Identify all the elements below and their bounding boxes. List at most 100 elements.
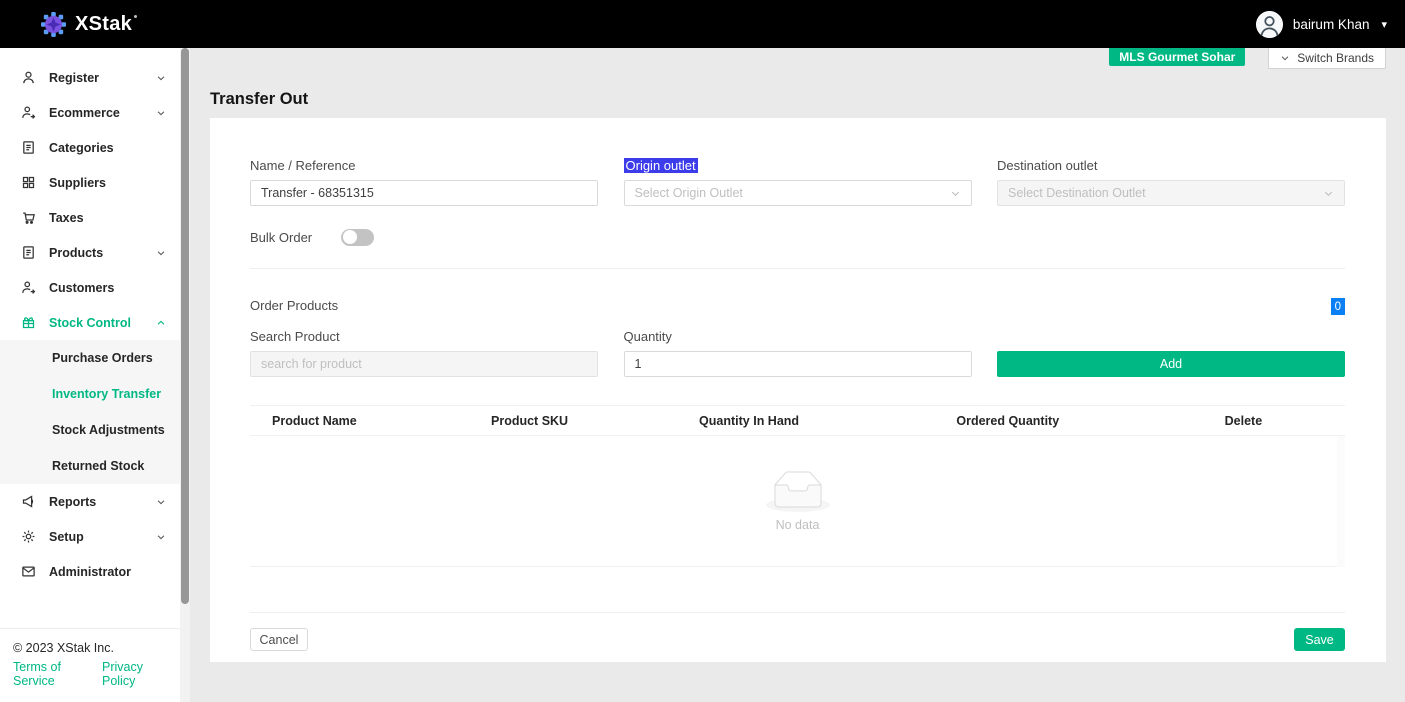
- name-reference-input[interactable]: [250, 180, 598, 206]
- chevron-down-icon: ▾: [1381, 18, 1387, 31]
- search-product-label: Search Product: [250, 329, 598, 345]
- sidebar-item-register[interactable]: Register: [0, 60, 180, 95]
- table-empty-state: No data: [250, 436, 1345, 567]
- column-header-ordered-quantity: Ordered Quantity: [934, 414, 1202, 428]
- order-products-label: Order Products: [250, 298, 338, 313]
- sidebar-footer: © 2023 XStak Inc. Terms of Service Priva…: [0, 628, 180, 702]
- brand-name: XStak: [75, 13, 132, 36]
- copyright-text: © 2023 XStak Inc.: [13, 641, 168, 655]
- sidebar-subitem-label: Inventory Transfer: [52, 387, 161, 401]
- sidebar-item-ecommerce[interactable]: Ecommerce: [0, 95, 180, 130]
- sidebar-scrollbar-thumb[interactable]: [181, 48, 189, 604]
- sidebar-subitem-returned-stock[interactable]: Returned Stock: [0, 448, 180, 484]
- chevron-down-icon: [156, 248, 166, 258]
- add-button[interactable]: Add: [997, 351, 1345, 377]
- privacy-policy-link[interactable]: Privacy Policy: [102, 660, 168, 688]
- sidebar-item-label: Products: [49, 246, 143, 260]
- switch-brands-label: Switch Brands: [1297, 51, 1374, 65]
- brand-logo[interactable]: XStak: [40, 11, 143, 38]
- megaphone-icon: [20, 494, 36, 510]
- sidebar-subitem-label: Stock Adjustments: [52, 423, 165, 437]
- sidebar-item-setup[interactable]: Setup: [0, 519, 180, 554]
- main-content: MLS Gourmet Sohar Switch Brands Transfer…: [190, 48, 1405, 702]
- sidebar-subitem-inventory-transfer[interactable]: Inventory Transfer: [0, 376, 180, 412]
- sidebar-subitem-stock-adjustments[interactable]: Stock Adjustments: [0, 412, 180, 448]
- cart-icon: [20, 210, 36, 226]
- chevron-down-icon: [156, 73, 166, 83]
- bulk-order-label: Bulk Order: [250, 230, 312, 245]
- sidebar-item-label: Setup: [49, 530, 143, 544]
- no-data-text: No data: [776, 518, 820, 532]
- search-product-input[interactable]: [250, 351, 598, 377]
- sidebar-item-label: Register: [49, 71, 143, 85]
- table-scrollbar-track[interactable]: [1337, 436, 1345, 567]
- transfer-form-card: Name / Reference Origin outlet Select Or…: [210, 118, 1386, 662]
- quantity-label: Quantity: [624, 329, 972, 345]
- sidebar-item-administrator[interactable]: Administrator: [0, 554, 180, 589]
- sidebar-item-label: Taxes: [49, 211, 166, 225]
- footer-divider: [250, 612, 1345, 613]
- top-navbar: XStak bairum Khan ▾: [0, 0, 1405, 48]
- cancel-button[interactable]: Cancel: [250, 628, 308, 651]
- list-icon: [20, 245, 36, 261]
- origin-outlet-label: Origin outlet: [624, 158, 698, 173]
- save-button[interactable]: Save: [1294, 628, 1345, 651]
- column-header-product-sku: Product SKU: [469, 414, 677, 428]
- brand-row: MLS Gourmet Sohar Switch Brands: [190, 47, 1405, 69]
- sidebar-item-label: Stock Control: [49, 316, 143, 330]
- sidebar-nav: Register Ecommerce Categories Suppliers: [0, 48, 180, 628]
- sidebar-subitem-purchase-orders[interactable]: Purchase Orders: [0, 340, 180, 376]
- section-divider: [250, 268, 1345, 269]
- sidebar-item-products[interactable]: Products: [0, 235, 180, 270]
- sidebar-item-label: Ecommerce: [49, 106, 143, 120]
- column-header-delete: Delete: [1203, 414, 1345, 428]
- list-icon: [20, 140, 36, 156]
- sidebar-item-stock-control[interactable]: Stock Control: [0, 305, 180, 340]
- empty-box-icon: [766, 471, 830, 512]
- gift-icon: [20, 315, 36, 331]
- chevron-down-icon: [1280, 53, 1290, 63]
- xstak-logo-icon: [40, 11, 67, 38]
- terms-of-service-link[interactable]: Terms of Service: [13, 660, 92, 688]
- sidebar-item-label: Customers: [49, 281, 166, 295]
- user-menu[interactable]: bairum Khan ▾: [1256, 11, 1387, 38]
- quantity-input[interactable]: [624, 351, 972, 377]
- sidebar-subitem-label: Returned Stock: [52, 459, 144, 473]
- destination-outlet-placeholder: Select Destination Outlet: [1008, 186, 1146, 200]
- sidebar-item-label: Suppliers: [49, 176, 166, 190]
- chevron-down-icon: [156, 497, 166, 507]
- user-cart-icon: [20, 280, 36, 296]
- name-reference-label: Name / Reference: [250, 158, 598, 174]
- sidebar-item-label: Reports: [49, 495, 143, 509]
- sidebar: Register Ecommerce Categories Suppliers: [0, 48, 180, 702]
- user-avatar-icon: [1256, 11, 1283, 38]
- user-icon: [20, 70, 36, 86]
- user-cart-icon: [20, 105, 36, 121]
- sidebar-item-reports[interactable]: Reports: [0, 484, 180, 519]
- chevron-down-icon: [156, 532, 166, 542]
- page-title: Transfer Out: [210, 90, 1405, 109]
- sidebar-item-customers[interactable]: Customers: [0, 270, 180, 305]
- sidebar-item-label: Administrator: [49, 565, 166, 579]
- destination-outlet-select[interactable]: Select Destination Outlet: [997, 180, 1345, 206]
- stock-control-submenu: Purchase Orders Inventory Transfer Stock…: [0, 340, 180, 484]
- origin-outlet-select[interactable]: Select Origin Outlet: [624, 180, 972, 206]
- sidebar-item-categories[interactable]: Categories: [0, 130, 180, 165]
- column-header-quantity-in-hand: Quantity In Hand: [677, 414, 934, 428]
- sidebar-subitem-label: Purchase Orders: [52, 351, 153, 365]
- toggle-knob: [343, 230, 357, 244]
- table-header-row: Product Name Product SKU Quantity In Han…: [250, 406, 1345, 436]
- origin-outlet-placeholder: Select Origin Outlet: [635, 186, 743, 200]
- trademark-mark: [134, 15, 137, 18]
- grid-icon: [20, 175, 36, 191]
- switch-brands-button[interactable]: Switch Brands: [1268, 47, 1386, 69]
- sidebar-item-suppliers[interactable]: Suppliers: [0, 165, 180, 200]
- user-name: bairum Khan: [1293, 17, 1370, 32]
- order-products-count-badge: 0: [1331, 298, 1345, 315]
- bulk-order-toggle[interactable]: [341, 229, 374, 246]
- sidebar-scrollbar[interactable]: [180, 48, 190, 702]
- sidebar-item-taxes[interactable]: Taxes: [0, 200, 180, 235]
- chevron-up-icon: [156, 318, 166, 328]
- gear-icon: [20, 529, 36, 545]
- order-products-table: Product Name Product SKU Quantity In Han…: [250, 405, 1345, 567]
